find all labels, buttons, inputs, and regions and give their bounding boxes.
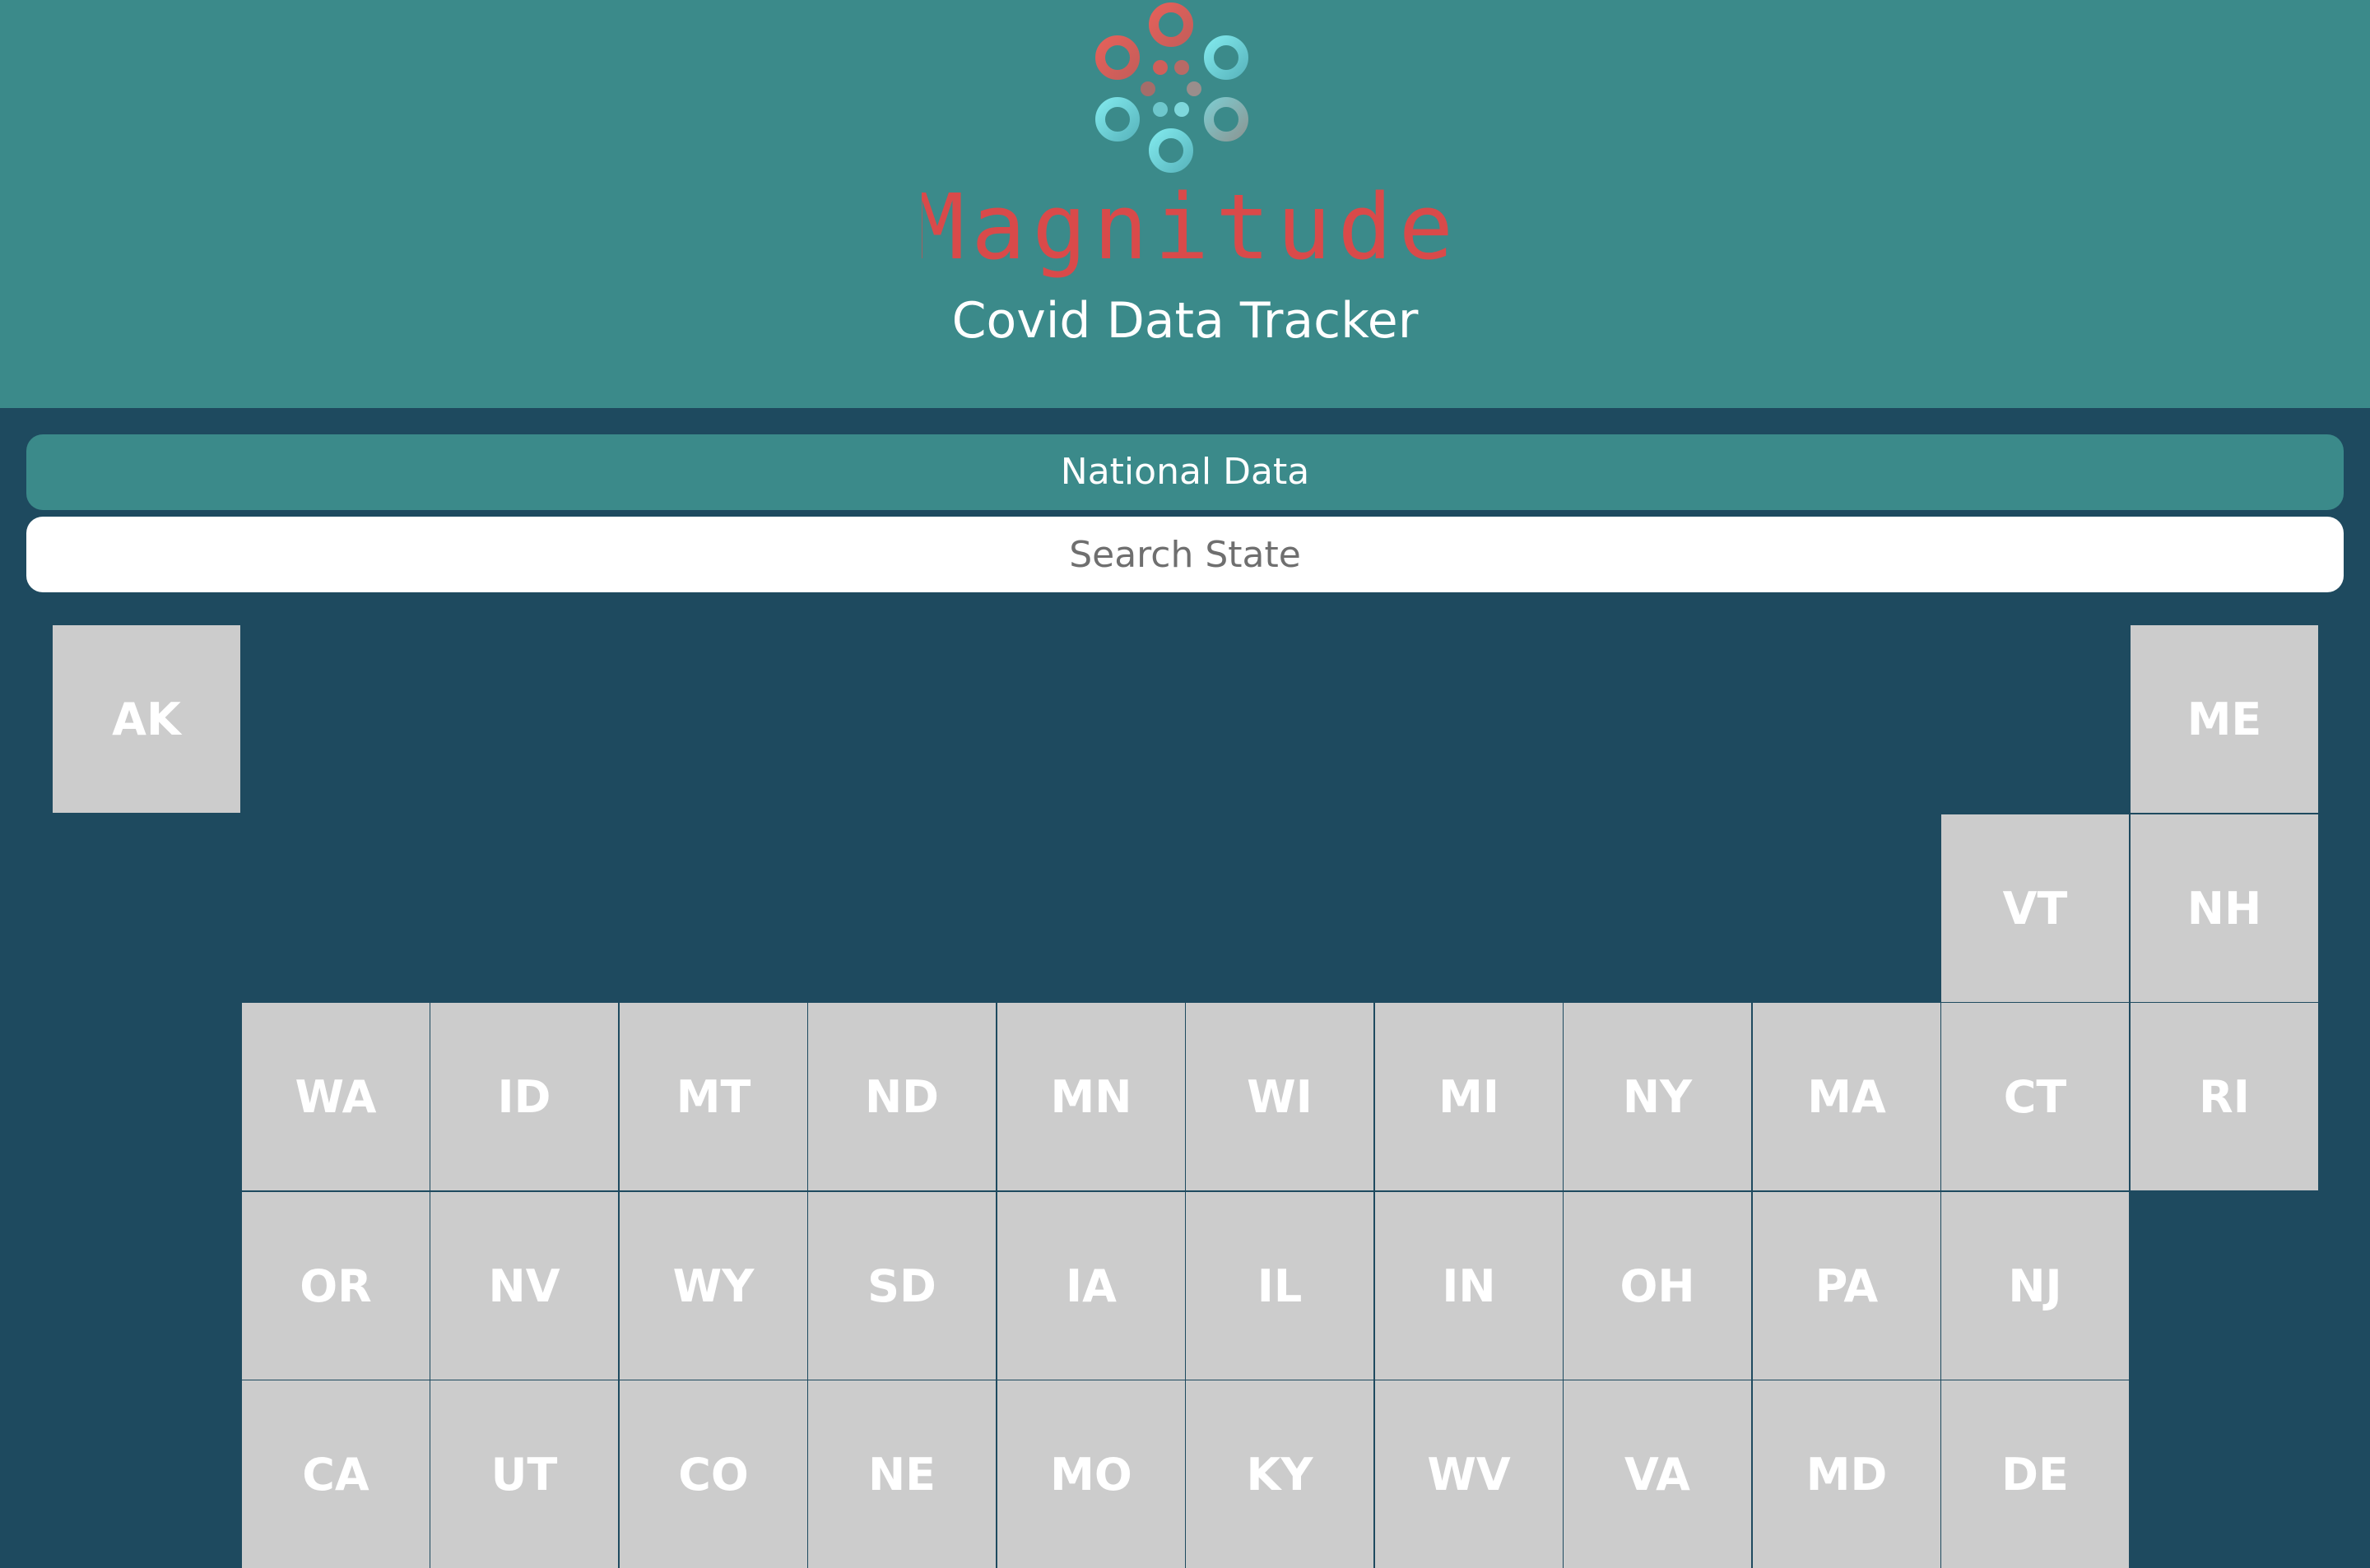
state-tile-oh[interactable]: OH	[1564, 1192, 1751, 1380]
state-tile-wy[interactable]: WY	[620, 1192, 807, 1380]
state-tile-ak[interactable]: AK	[53, 625, 240, 813]
state-tile-nv[interactable]: NV	[430, 1192, 618, 1380]
search-state-input[interactable]	[26, 517, 2344, 592]
state-tile-ma[interactable]: MA	[1753, 1003, 1940, 1190]
state-tile-de[interactable]: DE	[1941, 1380, 2129, 1568]
state-tile-me[interactable]: ME	[2131, 625, 2318, 813]
state-tile-nh[interactable]: NH	[2131, 814, 2318, 1002]
page-subtitle: Covid Data Tracker	[951, 292, 1419, 350]
state-tile-md[interactable]: MD	[1753, 1380, 1940, 1568]
state-tile-sd[interactable]: SD	[808, 1192, 996, 1380]
national-data-button[interactable]: National Data	[26, 434, 2344, 510]
state-tile-ct[interactable]: CT	[1941, 1003, 2129, 1190]
state-tile-wv[interactable]: WV	[1375, 1380, 1563, 1568]
state-tile-ne[interactable]: NE	[808, 1380, 996, 1568]
state-tile-mt[interactable]: MT	[620, 1003, 807, 1190]
state-tile-ut[interactable]: UT	[430, 1380, 618, 1568]
state-tile-id[interactable]: ID	[430, 1003, 618, 1190]
logo-icon	[1095, 2, 1248, 173]
state-tile-il[interactable]: IL	[1186, 1192, 1373, 1380]
state-tile-va[interactable]: VA	[1564, 1380, 1751, 1568]
state-tile-ri[interactable]: RI	[2131, 1003, 2318, 1190]
state-tile-or[interactable]: OR	[242, 1192, 430, 1380]
state-tile-ny[interactable]: NY	[1564, 1003, 1751, 1190]
state-tile-ia[interactable]: IA	[997, 1192, 1185, 1380]
state-tile-wi[interactable]: WI	[1186, 1003, 1373, 1190]
state-tile-co[interactable]: CO	[620, 1380, 807, 1568]
state-tile-nj[interactable]: NJ	[1941, 1192, 2129, 1380]
state-tile-wa[interactable]: WA	[242, 1003, 430, 1190]
app-header: Magnitude Covid Data Tracker	[0, 0, 2370, 408]
wordmark-text: Magnitude	[922, 183, 1448, 280]
state-tile-grid: AK ME VT NH WA ID MT ND MN WI MI NY MA CT RI OR NV WY SD IA…	[53, 625, 2318, 1568]
state-tile-mi[interactable]: MI	[1375, 1003, 1563, 1190]
state-tile-vt[interactable]: VT	[1941, 814, 2129, 1002]
state-tile-ky[interactable]: KY	[1186, 1380, 1373, 1568]
state-tile-ca[interactable]: CA	[242, 1380, 430, 1568]
state-tile-pa[interactable]: PA	[1753, 1192, 1940, 1380]
state-tile-mn[interactable]: MN	[997, 1003, 1185, 1190]
state-tile-mo[interactable]: MO	[997, 1380, 1185, 1568]
state-tile-in[interactable]: IN	[1375, 1192, 1563, 1380]
wordmark-logo: Magnitude	[922, 183, 1448, 280]
state-tile-nd[interactable]: ND	[808, 1003, 996, 1190]
